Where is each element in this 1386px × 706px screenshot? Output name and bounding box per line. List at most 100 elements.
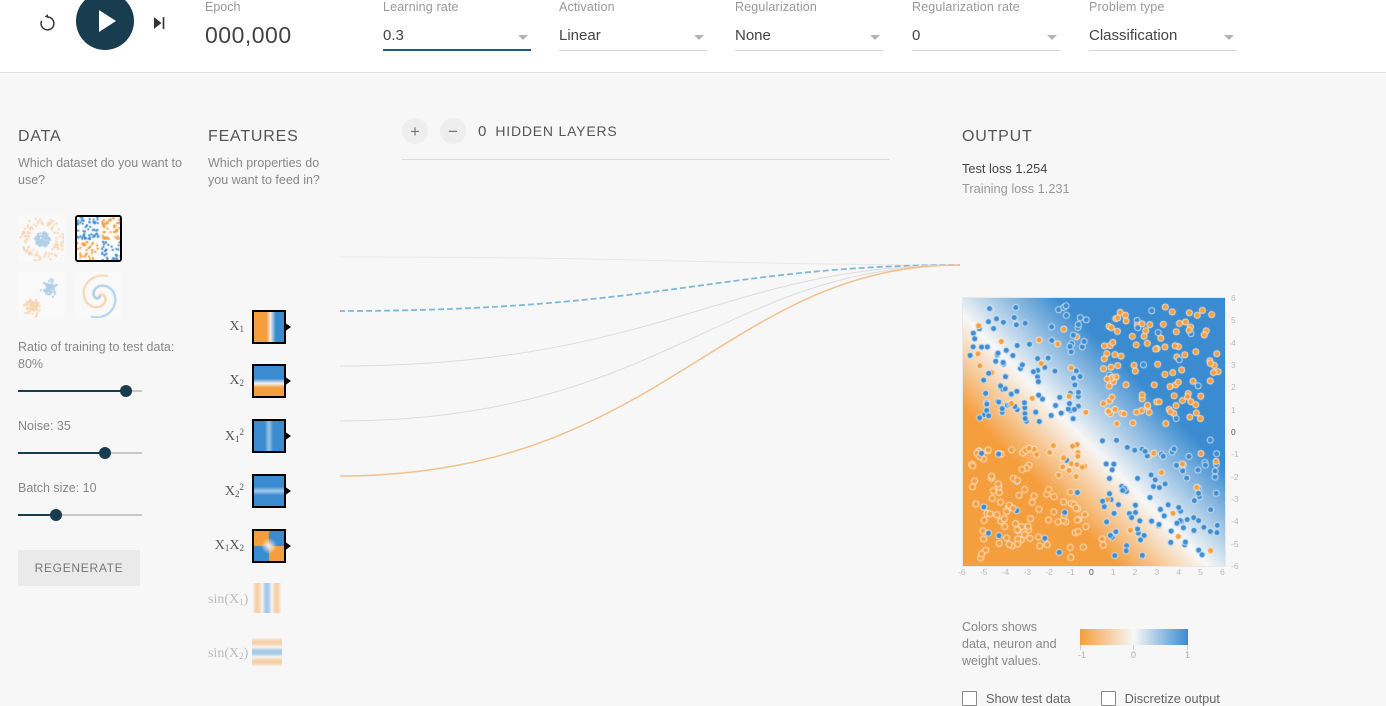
link-X1[interactable]	[340, 256, 960, 266]
play-button[interactable]	[76, 0, 134, 50]
feature-thumb-X1sq	[254, 421, 284, 451]
feature-X2[interactable]: X2	[208, 361, 291, 401]
batch-size-slider[interactable]	[18, 508, 142, 522]
step-forward-icon[interactable]	[144, 8, 174, 38]
network-links	[340, 256, 960, 477]
output-panel: OUTPUT Test loss 1.254 Training loss 1.2…	[962, 128, 1262, 199]
x-tick: 1	[1110, 567, 1116, 577]
ratio-slider[interactable]	[18, 384, 142, 398]
x-tick: -3	[1023, 567, 1032, 577]
reset-icon[interactable]	[32, 8, 62, 38]
link-X1X2[interactable]	[340, 264, 960, 477]
feature-thumb-sinX2	[252, 637, 282, 667]
test-loss: Test loss 1.254	[962, 159, 1262, 179]
loss-readout: Test loss 1.254 Training loss 1.231	[962, 159, 1262, 199]
feature-label-X1X2: X1X2	[214, 538, 244, 553]
feature-node-sinX2[interactable]	[252, 637, 286, 671]
heatmap-y-axis: -6 -5 -4 -3 -2 -1 0 1 2 3 4 5 6	[1227, 291, 1245, 571]
regularization-rate-control: Regularization rate 0	[912, 0, 1060, 51]
feature-thumb-X1	[254, 312, 284, 342]
y-tick: 2	[1231, 382, 1236, 393]
link-X1sq[interactable]	[340, 264, 960, 367]
feature-thumb-sinX1	[252, 583, 282, 613]
step-glyph	[154, 17, 165, 29]
node-output-arrow	[284, 322, 291, 332]
feature-sinX2[interactable]: sin(X2)	[208, 634, 286, 674]
slider-knob[interactable]	[98, 447, 111, 459]
node-output-arrow	[284, 431, 291, 441]
show-test-data-checkbox[interactable]: Show test data	[962, 691, 1071, 706]
y-tick: 5	[1231, 315, 1236, 326]
activation-select[interactable]: Linear	[559, 25, 707, 51]
y-tick: -2	[1231, 471, 1239, 482]
feature-sinX1[interactable]: sin(X1)	[208, 580, 286, 620]
feature-label-sinX2: sin(X2)	[208, 646, 249, 661]
training-loss-label: Training loss	[962, 181, 1035, 196]
y-tick: -6	[1231, 561, 1239, 571]
output-options: Show test data Discretize output	[962, 691, 1250, 706]
feature-X1X2[interactable]: X1X2	[208, 526, 291, 566]
chevron-down-icon	[870, 35, 880, 40]
feature-node-X1[interactable]	[252, 310, 291, 344]
regularization-rate-value: 0	[912, 27, 921, 44]
regularization-rate-label: Regularization rate	[912, 0, 1020, 14]
slider-knob[interactable]	[119, 385, 132, 397]
regenerate-button[interactable]: REGENERATE	[18, 550, 140, 586]
data-panel: DATA Which dataset do you want to use? R…	[18, 128, 193, 586]
training-loss: Training loss 1.231	[962, 179, 1262, 199]
test-loss-value: 1.254	[1015, 161, 1048, 176]
output-heatmap[interactable]	[962, 297, 1226, 567]
noise-slider[interactable]	[18, 446, 142, 460]
regularization-value: None	[735, 27, 771, 44]
x-tick: -4	[1001, 567, 1010, 577]
slider-knob[interactable]	[50, 509, 63, 521]
feature-node-X2[interactable]	[252, 364, 291, 398]
feature-node-X1sq[interactable]	[252, 419, 291, 453]
play-icon	[99, 10, 116, 32]
feature-label-X1: X1	[229, 319, 244, 334]
link-X2sq[interactable]	[340, 264, 960, 422]
problem-type-value: Classification	[1089, 27, 1178, 44]
y-tick: -4	[1231, 516, 1239, 527]
reset-glyph	[40, 14, 55, 31]
feature-node-X2sq[interactable]	[252, 474, 291, 508]
learning-rate-control: Learning rate 0.3	[383, 0, 531, 51]
heatmap-x-axis: -6 -5 -4 -3 -2 -1 0 1 2 3 4 5 6	[958, 567, 1225, 581]
feature-node-sinX1[interactable]	[252, 583, 286, 617]
activation-control: Activation Linear	[559, 0, 707, 51]
discretize-output-checkbox[interactable]: Discretize output	[1100, 691, 1220, 706]
feature-node-X1X2[interactable]	[252, 529, 291, 563]
chevron-down-icon	[1047, 35, 1057, 40]
learning-rate-select[interactable]: 0.3	[383, 25, 531, 51]
feature-X2sq[interactable]: X22	[208, 471, 291, 511]
regularization-control: Regularization None	[735, 0, 883, 51]
y-tick: 0	[1231, 427, 1236, 437]
problem-type-label: Problem type	[1089, 0, 1165, 14]
dataset-spiral[interactable]	[75, 272, 122, 319]
x-tick: 3	[1154, 567, 1160, 577]
chevron-down-icon	[518, 35, 528, 40]
legend-description: Colors shows data, neuron and weight val…	[962, 620, 1057, 668]
top-control-bar: Epoch 000,000 Learning rate 0.3 Activati…	[0, 0, 1386, 73]
feature-thumb-X2	[254, 366, 284, 396]
dataset-gaussian[interactable]	[18, 272, 65, 319]
regularization-select[interactable]: None	[735, 25, 883, 51]
dataset-circle[interactable]	[18, 215, 65, 262]
data-subtitle: Which dataset do you want to use?	[18, 156, 182, 187]
learning-rate-value: 0.3	[383, 27, 404, 44]
x-tick: 2	[1132, 567, 1138, 577]
problem-type-select[interactable]: Classification	[1089, 25, 1237, 51]
slider-fill	[18, 390, 126, 392]
link-X2[interactable]	[340, 264, 960, 312]
noise-label: Noise: 35	[18, 419, 71, 433]
x-tick: 5	[1198, 567, 1203, 577]
feature-X1[interactable]: X1	[208, 307, 291, 347]
feature-X1sq[interactable]: X12	[208, 416, 291, 456]
feature-label-X2: X2	[229, 373, 244, 388]
learning-rate-label: Learning rate	[383, 0, 459, 14]
legend-max: 1	[1185, 650, 1191, 660]
regularization-rate-select[interactable]: 0	[912, 25, 1060, 51]
dataset-xor[interactable]	[75, 215, 122, 262]
noise-slider-block: Noise: 35	[18, 418, 193, 460]
main-content: DATA Which dataset do you want to use? R…	[0, 73, 1386, 706]
